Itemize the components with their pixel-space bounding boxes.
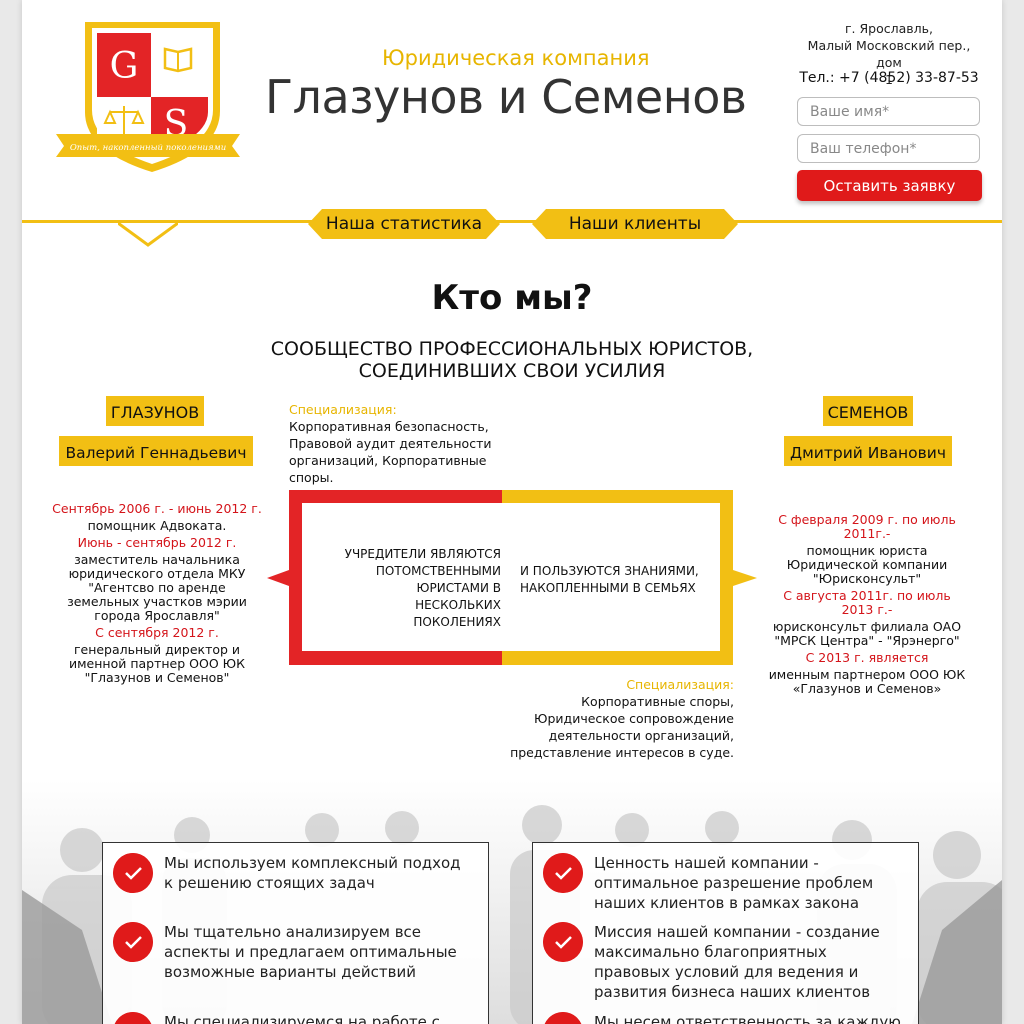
career-period: С сентября 2012 г. — [95, 625, 219, 640]
career-text: именным партнером ООО ЮК «Глазунов и Сем… — [768, 667, 966, 696]
glazunov-career: Сентябрь 2006 г. - июнь 2012 г. помощник… — [52, 500, 262, 688]
submit-request-button[interactable]: Оставить заявку — [797, 170, 982, 201]
career-period: С февраля 2009 г. по июль 2011г.- — [778, 512, 956, 541]
phone-input[interactable] — [797, 134, 980, 163]
feature-text: Мы специализируемся на работе с — [164, 1013, 440, 1024]
name-input[interactable] — [797, 97, 980, 126]
frame-pointer-left — [267, 570, 289, 586]
frame-pointer-right — [733, 570, 757, 586]
spec-text: Корпоративная безопасность, Правовой ауд… — [289, 419, 492, 485]
semenov-career: С февраля 2009 г. по июль 2011г.- помощн… — [767, 511, 967, 699]
nav-chevron-decoration — [118, 222, 178, 247]
glazunov-name: Валерий Геннадьевич — [59, 436, 253, 466]
address-line: Малый Московский пер., дом — [807, 38, 971, 70]
checkmark-icon — [543, 922, 583, 962]
semenov-name: Дмитрий Иванович — [784, 436, 952, 466]
career-period: Сентябрь 2006 г. - июнь 2012 г. — [52, 501, 262, 516]
section-subtitle: СООБЩЕСТВО ПРОФЕССИОНАЛЬНЫХ ЮРИСТОВ, СОЕ… — [22, 338, 1002, 382]
career-text: генеральный директор и именной партнер О… — [68, 642, 245, 685]
logo-ribbon-text: Опыт, накопленный поколениями — [70, 143, 226, 153]
career-text: заместитель начальника юридического отде… — [67, 552, 247, 623]
career-period: С 2013 г. является — [805, 650, 929, 665]
feature-text: Ценность нашей компании - оптимальное ра… — [594, 854, 874, 912]
logo-letter-g: G — [110, 46, 139, 87]
feature-text: Мы несем ответственность за каждую — [594, 1013, 901, 1024]
career-text: помощник юриста Юридической компании "Юр… — [786, 543, 948, 586]
page: G S Опыт, накопленный поколениями Юридич… — [22, 0, 1002, 1024]
features-right-box: Ценность нашей компании - оптимальное ра… — [532, 842, 919, 1024]
glazunov-specialization: Специализация: Корпоративная безопасност… — [289, 401, 494, 486]
spec-text: Корпоративные споры, Юридическое сопрово… — [510, 694, 734, 760]
checkmark-icon — [113, 1012, 153, 1024]
career-text: юрисконсульт филиала ОАО "МРСК Центра" -… — [772, 619, 962, 648]
semenov-surname: СЕМЕНОВ — [823, 396, 913, 426]
feature-text: Мы тщательно анализируем все аспекты и п… — [164, 923, 457, 981]
tab-clients[interactable]: Наши клиенты — [532, 209, 738, 239]
frame-left-text: УЧРЕДИТЕЛИ ЯВЛЯЮТСЯ ПОТОМСТВЕННЫМИ ЮРИСТ… — [344, 547, 501, 629]
company-logo[interactable]: G S Опыт, накопленный поколениями — [52, 16, 244, 176]
checkmark-icon — [543, 1012, 583, 1024]
checkmark-icon — [543, 853, 583, 893]
semenov-specialization: Специализация: Корпоративные споры, Юрид… — [502, 676, 734, 761]
brand-subtitle: Юридическая компания — [382, 46, 650, 70]
frame-right-text: И ПОЛЬЗУЮТСЯ ЗНАНИЯМИ, НАКОПЛЕННЫМИ В СЕ… — [520, 564, 699, 595]
address-line: г. Ярославль, — [844, 21, 933, 36]
feature-text: Миссия нашей компании - создание максима… — [594, 923, 880, 1001]
spec-label: Специализация: — [289, 402, 397, 417]
phone-number: Тел.: +7 (4852) 33-87-53 — [799, 70, 979, 86]
checkmark-icon — [113, 853, 153, 893]
spec-label: Специализация: — [626, 677, 734, 692]
subtitle-line: СОЕДИНИВШИХ СВОИ УСИЛИЯ — [358, 360, 666, 382]
career-text: помощник Адвоката. — [87, 518, 227, 533]
subtitle-line: СООБЩЕСТВО ПРОФЕССИОНАЛЬНЫХ ЮРИСТОВ, — [270, 338, 754, 360]
checkmark-icon — [113, 922, 153, 962]
career-period: Июнь - сентябрь 2012 г. — [77, 535, 237, 550]
glazunov-surname: ГЛАЗУНОВ — [106, 396, 204, 426]
section-title: Кто мы? — [431, 278, 593, 318]
tab-statistics[interactable]: Наша статистика — [308, 209, 500, 239]
features-left-box: Мы используем комплексный подход к решен… — [102, 842, 489, 1024]
career-period: С августа 2011г. по июль 2013 г.- — [783, 588, 951, 617]
feature-text: Мы используем комплексный подход к решен… — [164, 854, 461, 892]
brand-name: Глазунов и Семенов — [265, 70, 747, 124]
